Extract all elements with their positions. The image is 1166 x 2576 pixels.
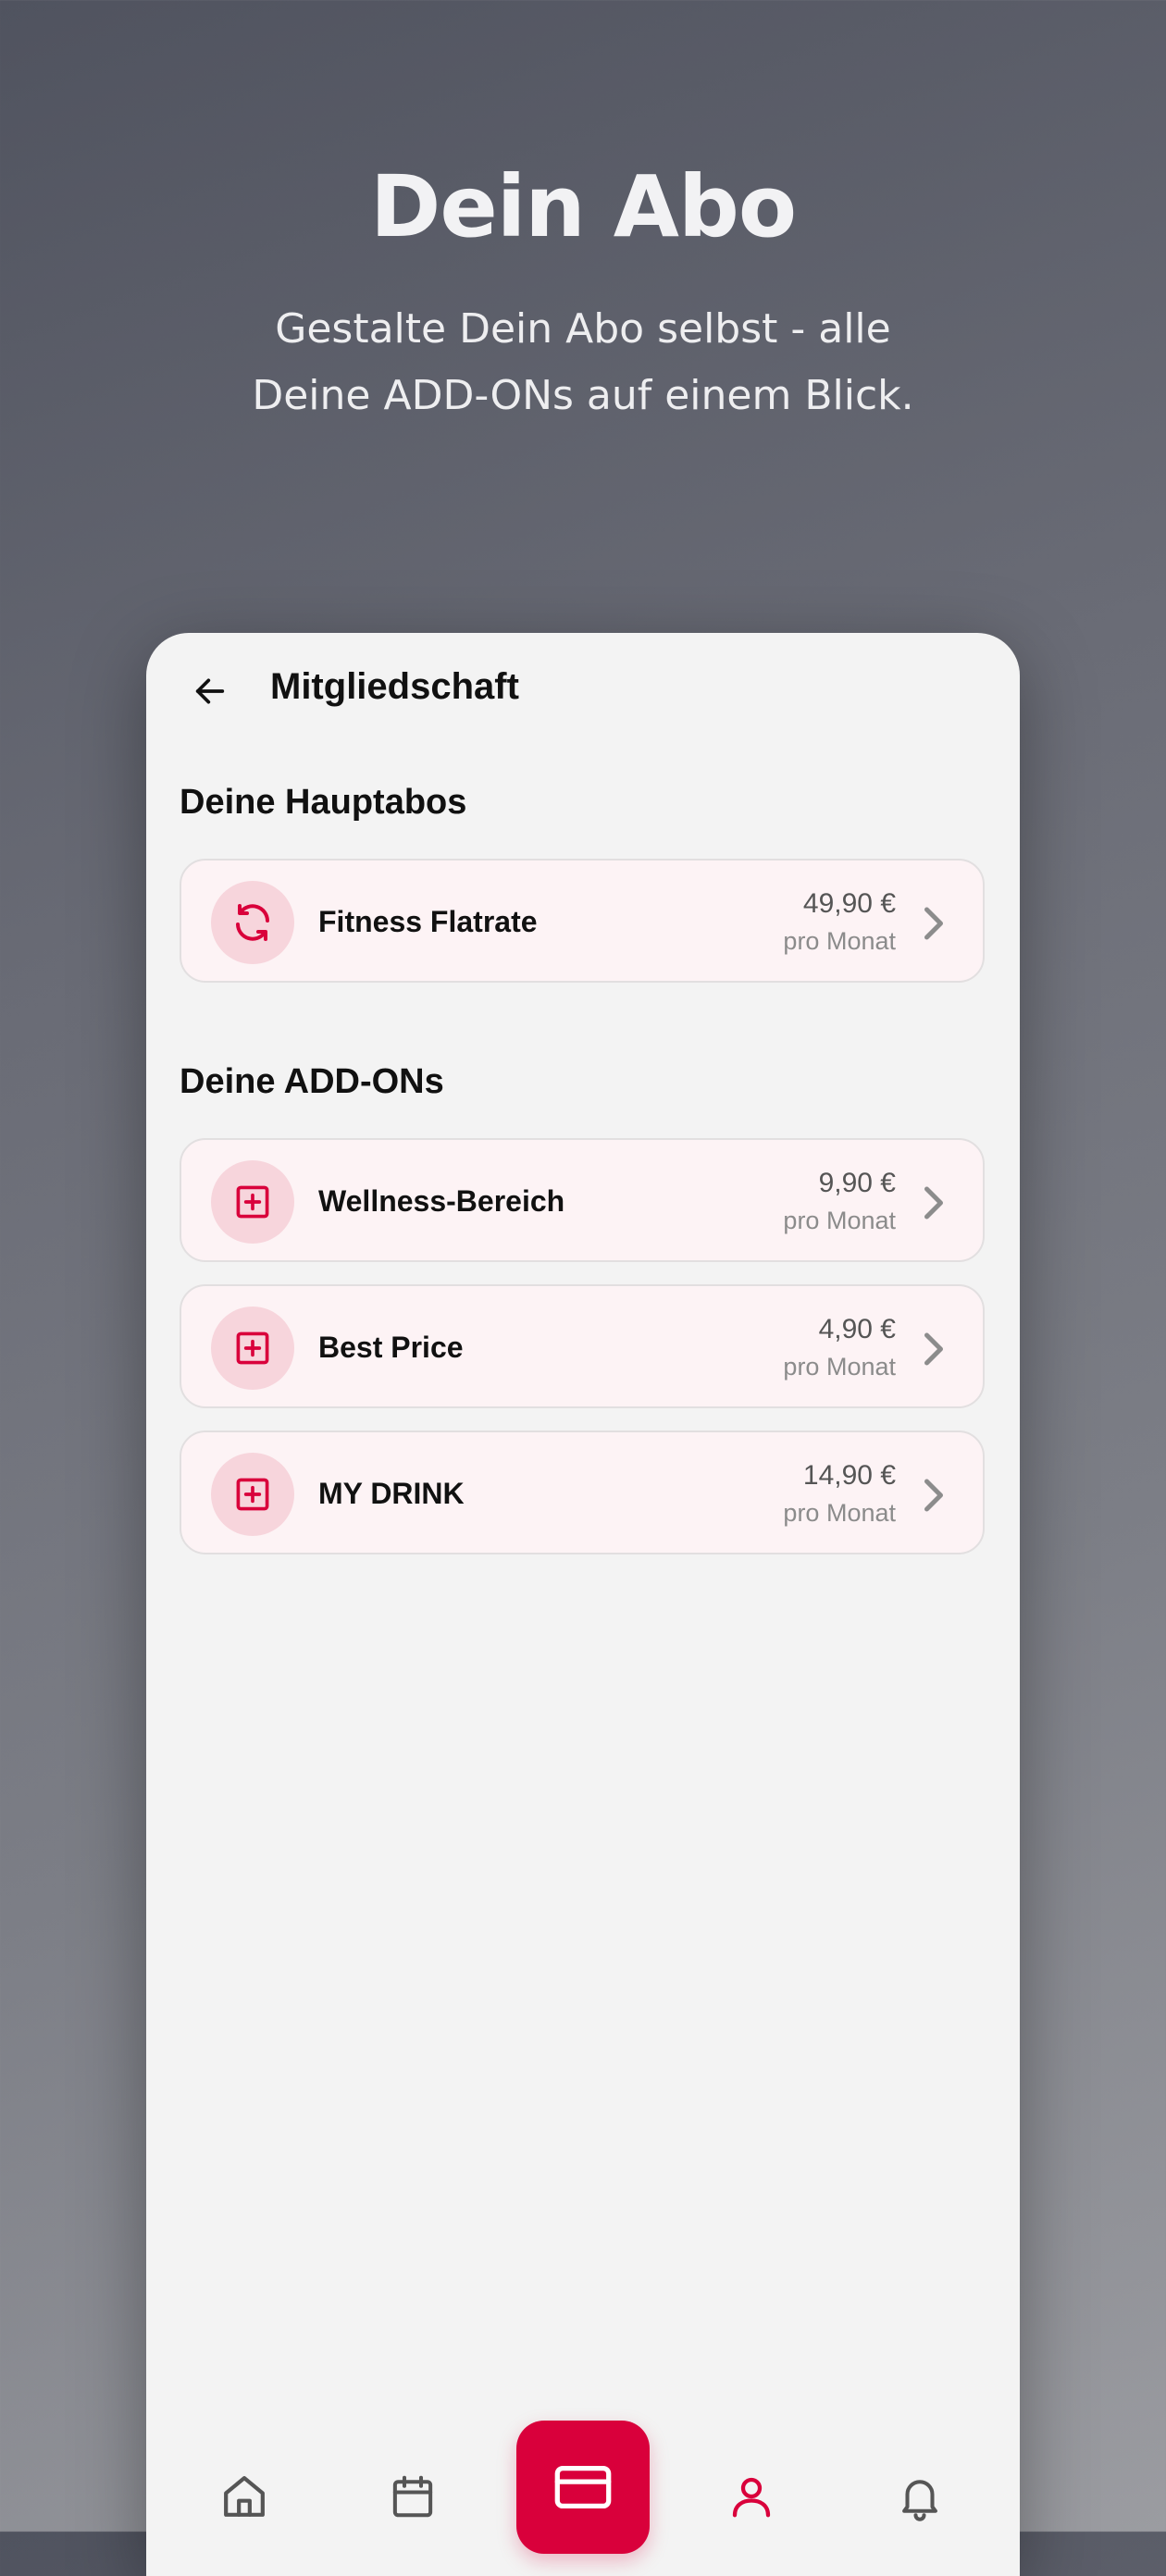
addon-period: pro Monat bbox=[783, 1207, 896, 1234]
subscription-price: 49,90 € bbox=[802, 888, 896, 919]
plus-square-icon bbox=[211, 1307, 294, 1390]
hero-subtitle-line-1: Gestalte Dein Abo selbst - alle bbox=[275, 305, 891, 353]
plus-square-icon bbox=[211, 1160, 294, 1244]
addon-price: 4,90 € bbox=[818, 1314, 896, 1344]
addon-card-best-price[interactable]: Best Price 4,90 € pro Monat bbox=[180, 1284, 985, 1408]
nav-calendar[interactable] bbox=[385, 2469, 440, 2524]
addons-title: Deine ADD-ONs bbox=[180, 1062, 444, 1101]
main-subscriptions-title: Deine Hauptabos bbox=[180, 783, 467, 822]
addon-price: 14,90 € bbox=[802, 1460, 896, 1491]
app-bar: Mitgliedschaft bbox=[146, 633, 1020, 744]
arrow-left-icon bbox=[195, 678, 225, 704]
bell-icon bbox=[902, 2480, 937, 2521]
home-icon bbox=[224, 2476, 265, 2517]
calendar-icon bbox=[392, 2475, 433, 2518]
nav-home[interactable] bbox=[217, 2469, 272, 2524]
addon-name: MY DRINK bbox=[318, 1477, 465, 1510]
addon-card-my-drink[interactable]: MY DRINK 14,90 € pro Monat bbox=[180, 1430, 985, 1554]
addon-name: Wellness-Bereich bbox=[318, 1184, 565, 1218]
subscription-card-fitness-flatrate[interactable]: Fitness Flatrate 49,90 € pro Monat bbox=[180, 859, 985, 983]
card-icon bbox=[554, 2465, 612, 2509]
chevron-right-icon bbox=[924, 907, 943, 940]
phone-screen: Mitgliedschaft Deine Hauptabos Fitness F… bbox=[146, 633, 1020, 2576]
bottom-nav bbox=[146, 2354, 1020, 2576]
subscription-period: pro Monat bbox=[783, 927, 896, 955]
addon-period: pro Monat bbox=[783, 1499, 896, 1527]
addon-price: 9,90 € bbox=[818, 1168, 896, 1198]
nav-notifications[interactable] bbox=[892, 2469, 948, 2524]
chevron-right-icon bbox=[924, 1332, 943, 1366]
addon-card-wellness-bereich[interactable]: Wellness-Bereich 9,90 € pro Monat bbox=[180, 1138, 985, 1262]
refresh-icon bbox=[211, 881, 294, 964]
addon-name: Best Price bbox=[318, 1331, 464, 1364]
nav-profile[interactable] bbox=[724, 2469, 779, 2524]
hero-title: Dein Abo bbox=[369, 157, 797, 256]
hero-subtitle-line-2: Deine ADD-ONs auf einem Blick. bbox=[252, 372, 914, 419]
subscription-name: Fitness Flatrate bbox=[318, 905, 538, 938]
nav-membership-card[interactable] bbox=[516, 2421, 650, 2554]
back-button[interactable] bbox=[187, 668, 233, 714]
chevron-right-icon bbox=[924, 1186, 943, 1220]
addon-period: pro Monat bbox=[783, 1353, 896, 1381]
plus-square-icon bbox=[211, 1453, 294, 1536]
page-title: Mitgliedschaft bbox=[270, 666, 519, 707]
profile-icon bbox=[732, 2477, 771, 2518]
hero-subtitle: Gestalte Dein Abo selbst - alle Deine AD… bbox=[167, 296, 999, 429]
chevron-right-icon bbox=[924, 1479, 943, 1512]
